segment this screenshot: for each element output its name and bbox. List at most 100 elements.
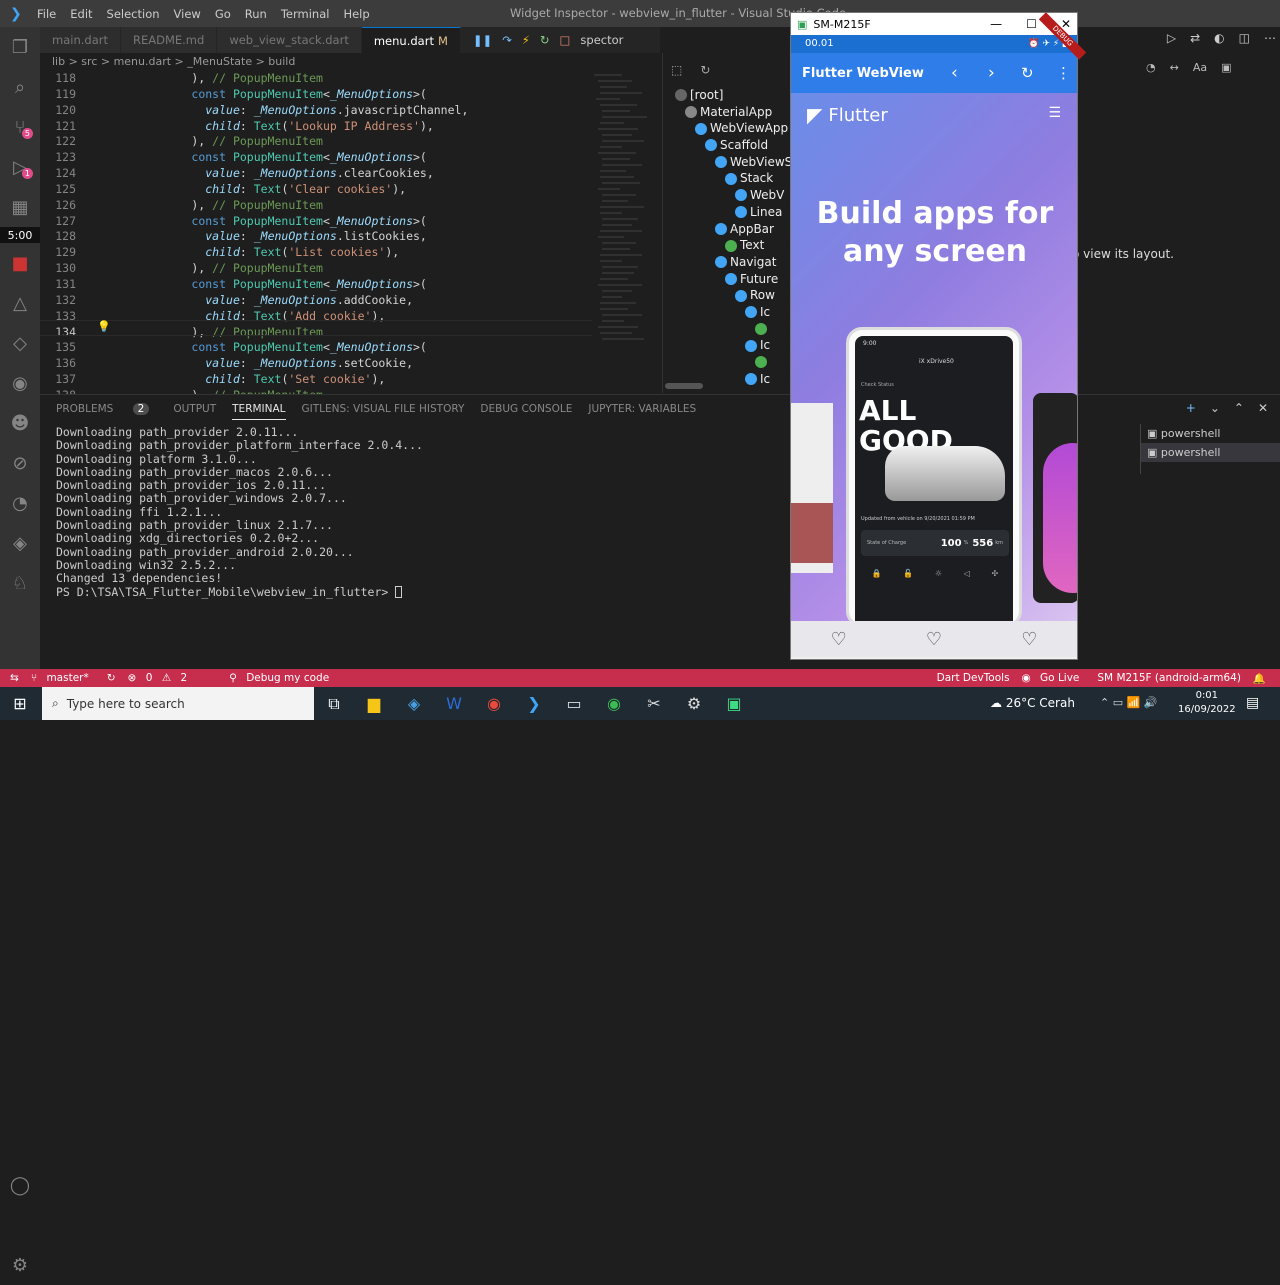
vscode-icon[interactable]: ❯: [514, 687, 554, 720]
app-icon[interactable]: ◈: [394, 687, 434, 720]
widget-tree-node[interactable]: WebViewApp: [663, 120, 790, 137]
widget-tree-node[interactable]: Future: [663, 271, 790, 288]
stop-icon[interactable]: ■: [0, 243, 40, 283]
android-studio-icon[interactable]: ▣: [714, 687, 754, 720]
weather-widget[interactable]: ☁ 26°C Cerah: [990, 696, 1075, 710]
terminal-output[interactable]: Downloading path_provider 2.0.11... Downl…: [56, 425, 786, 606]
code-line[interactable]: 121 child: Text('Lookup IP Address'),: [40, 119, 660, 135]
notification-center-icon[interactable]: ▤: [1246, 695, 1259, 711]
widget-tree-node[interactable]: Text: [663, 237, 790, 254]
widget-tree-node[interactable]: Linea: [663, 204, 790, 221]
widget-tree-node[interactable]: WebV: [663, 187, 790, 204]
minimize-icon[interactable]: —: [990, 17, 1002, 31]
task-view-icon[interactable]: ⧉: [314, 687, 354, 720]
maximize-panel-icon[interactable]: ⌃: [1234, 401, 1244, 415]
select-widget-icon[interactable]: ⬚: [671, 63, 682, 77]
code-line[interactable]: 123 const PopupMenuItem<_MenuOptions>(: [40, 150, 660, 166]
hamburger-icon[interactable]: ☰: [1048, 105, 1061, 121]
code-line[interactable]: 118 ), // PopupMenuItem: [40, 71, 660, 87]
code-line[interactable]: 127 const PopupMenuItem<_MenuOptions>(: [40, 214, 660, 230]
code-editor[interactable]: 118 ), // PopupMenuItem 119 const PopupMe…: [40, 71, 660, 394]
menu-item-terminal[interactable]: Terminal: [281, 7, 330, 21]
tab-readme[interactable]: README.md: [120, 27, 218, 53]
code-line[interactable]: 137 child: Text('Set cookie'),: [40, 372, 660, 388]
forward-arrow-icon[interactable]: ›: [988, 63, 995, 83]
flutter-icon[interactable]: ◇: [0, 323, 40, 363]
code-line[interactable]: 120 value: _MenuOptions.javascriptChanne…: [40, 103, 660, 119]
github-icon[interactable]: ◉: [0, 363, 40, 403]
tab-debug-console[interactable]: DEBUG CONSOLE: [480, 398, 572, 420]
widget-tree-node[interactable]: Row: [663, 287, 790, 304]
step-over-icon[interactable]: ↷: [502, 27, 512, 53]
code-line[interactable]: 131 const PopupMenuItem<_MenuOptions>(: [40, 277, 660, 293]
split-editor-icon[interactable]: ◫: [1239, 31, 1250, 45]
widget-tree-node[interactable]: Stack: [663, 170, 790, 187]
code-line[interactable]: 135 const PopupMenuItem<_MenuOptions>(: [40, 340, 660, 356]
tab-terminal[interactable]: TERMINAL: [232, 398, 286, 420]
menu-item-file[interactable]: File: [37, 7, 56, 21]
account-icon[interactable]: ◯: [0, 1165, 40, 1205]
code-line[interactable]: 132 value: _MenuOptions.addCookie,: [40, 293, 660, 309]
menu-item-go[interactable]: Go: [215, 7, 231, 21]
stop-debug-icon[interactable]: □: [560, 27, 571, 53]
favorite-icon[interactable]: ♡: [831, 629, 847, 650]
reload-icon[interactable]: ↻: [1021, 64, 1034, 82]
docker-icon[interactable]: ♘: [0, 563, 40, 603]
breadcrumb[interactable]: lib > src > menu.dart > _MenuState > bui…: [40, 53, 660, 71]
snipping-tool-icon[interactable]: ✂: [634, 687, 674, 720]
webview-content[interactable]: ◤ Flutter ☰ Build apps for any screen 9:…: [791, 93, 1077, 621]
widget-tree-node[interactable]: [663, 321, 790, 338]
remote-indicator-icon[interactable]: ⇆: [10, 672, 19, 684]
minimap[interactable]: [592, 71, 657, 391]
widget-tree-node[interactable]: [root]: [663, 87, 790, 104]
extensions-icon[interactable]: ▦: [0, 187, 40, 227]
refresh-tree-icon[interactable]: ↻: [700, 63, 710, 77]
terminal-item[interactable]: ▣ powershell: [1141, 443, 1280, 462]
widget-tree-node[interactable]: Ic: [663, 337, 790, 354]
more-vert-icon[interactable]: ⋮: [1056, 64, 1071, 82]
code-line[interactable]: 129 child: Text('List cookies'),: [40, 245, 660, 261]
widget-tree-node[interactable]: AppBar: [663, 221, 790, 238]
code-line[interactable]: 122 ), // PopupMenuItem: [40, 134, 660, 150]
new-terminal-icon[interactable]: +: [1186, 401, 1196, 415]
debug-indicator[interactable]: ⚲ Debug my code: [229, 672, 335, 684]
settings-icon[interactable]: ⚙: [674, 687, 714, 720]
tab-web-view-stack[interactable]: web_view_stack.dart: [217, 27, 362, 53]
widget-tree-node[interactable]: WebViewS: [663, 154, 790, 171]
code-line[interactable]: 126 ), // PopupMenuItem: [40, 198, 660, 214]
close-panel-icon[interactable]: ✕: [1258, 401, 1268, 415]
lightbulb-icon[interactable]: 💡: [97, 320, 111, 333]
more-actions-icon[interactable]: ⋯: [1264, 31, 1276, 45]
devtools-button[interactable]: Dart DevTools: [937, 672, 1010, 684]
maximize-icon[interactable]: ☐: [1026, 17, 1037, 31]
search-icon[interactable]: ⌕: [0, 67, 40, 107]
restart-icon[interactable]: ↻: [540, 27, 550, 53]
pause-icon[interactable]: ❚❚: [473, 27, 492, 53]
branch-indicator[interactable]: ⑂ master*: [31, 672, 95, 684]
favorite-icon[interactable]: ♡: [926, 629, 942, 650]
clock[interactable]: 0:01 16/09/2022: [1178, 689, 1236, 717]
taskbar-search[interactable]: ⌕ Type here to search: [42, 687, 314, 720]
tab-problems[interactable]: PROBLEMS 2: [48, 398, 157, 420]
widget-tree-node[interactable]: Scaffold: [663, 137, 790, 154]
widget-tree-node[interactable]: Navigat: [663, 254, 790, 271]
run-debug-icon[interactable]: ▷ 1: [0, 147, 40, 187]
gitlens-icon[interactable]: ◈: [0, 523, 40, 563]
tab-output[interactable]: OUTPUT: [173, 398, 216, 420]
terminal-app-icon[interactable]: ▭: [554, 687, 594, 720]
settings-gear-icon[interactable]: ⚙: [0, 1245, 40, 1285]
terminal-item[interactable]: ▣ powershell: [1141, 424, 1280, 443]
problems-indicator[interactable]: ⊗ 0 ⚠ 2: [128, 672, 194, 684]
menu-item-help[interactable]: Help: [343, 7, 369, 21]
back-arrow-icon[interactable]: ‹: [951, 63, 958, 83]
hot-reload-icon[interactable]: ⚡: [522, 27, 530, 53]
menu-item-run[interactable]: Run: [245, 7, 267, 21]
alien-icon[interactable]: ☻: [0, 403, 40, 443]
favorite-icon[interactable]: ♡: [1021, 629, 1037, 650]
tab-gitlens-history[interactable]: GITLENS: VISUAL FILE HISTORY: [302, 398, 465, 420]
width-icon[interactable]: ↔: [1170, 61, 1179, 74]
code-line[interactable]: 125 child: Text('Clear cookies'),: [40, 182, 660, 198]
word-icon[interactable]: W: [434, 687, 474, 720]
timer-icon[interactable]: ◔: [1146, 61, 1156, 74]
chevron-down-icon[interactable]: ⌄: [1210, 401, 1220, 415]
